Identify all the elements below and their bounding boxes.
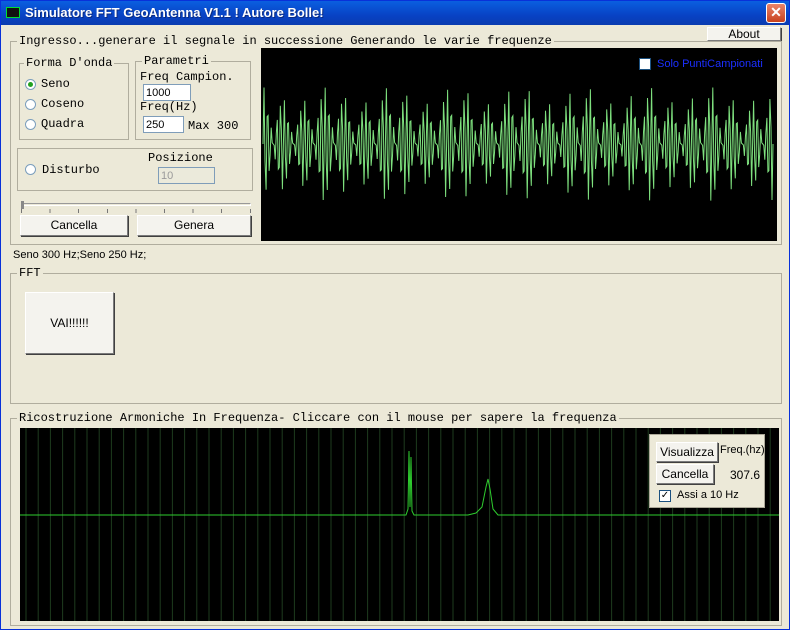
only-samples-label[interactable]: Solo PuntiCampionati: [657, 58, 763, 70]
params-group: Parametri Freq Campion. Freq(Hz) Max 300: [135, 54, 251, 140]
app-icon: [6, 7, 20, 18]
radio-quadra-label[interactable]: Quadra: [41, 117, 84, 131]
sample-freq-label: Freq Campion.: [140, 70, 234, 84]
slider-ticks: [21, 209, 251, 213]
spectrum-controls-panel: Visualizza Freq.(hz) Cancella 307.6 ✓ As…: [649, 434, 765, 508]
signal-plot[interactable]: Solo PuntiCampionati: [261, 48, 777, 241]
freq-input[interactable]: [143, 116, 184, 133]
generate-button[interactable]: Genera: [137, 215, 251, 236]
input-group: Ingresso...generare il segnale in succes…: [10, 34, 782, 245]
slider-thumb[interactable]: [21, 201, 24, 209]
only-samples-checkbox[interactable]: [639, 58, 651, 70]
app-window: Simulatore FFT GeoAntenna V1.1 ! Autore …: [0, 0, 790, 630]
about-button[interactable]: About: [707, 27, 781, 41]
harmonics-group: Ricostruzione Armoniche In Frequenza- Cl…: [10, 411, 782, 626]
waveform-group-title: Forma D'onda: [24, 56, 115, 70]
max-freq-label: Max 300: [188, 119, 239, 133]
params-group-title: Parametri: [142, 54, 211, 68]
position-label: Posizione: [148, 151, 213, 165]
radio-coseno[interactable]: [25, 99, 36, 110]
run-fft-button[interactable]: VAI!!!!!!: [25, 292, 114, 354]
signal-waveform: [262, 87, 774, 201]
cancel-signal-button[interactable]: Cancella: [20, 215, 128, 236]
position-input: [158, 167, 215, 184]
cancel-spectrum-button[interactable]: Cancella: [656, 464, 714, 484]
freq-header-label: Freq.(hz): [720, 444, 765, 456]
fft-group: FFT VAI!!!!!!: [10, 266, 782, 404]
slider-track: [21, 203, 251, 206]
radio-seno-label[interactable]: Seno: [41, 77, 70, 91]
sample-freq-input[interactable]: [143, 84, 191, 101]
input-group-title: Ingresso...generare il segnale in succes…: [17, 34, 554, 48]
waveform-group: Forma D'onda Seno Coseno Quadra: [19, 56, 129, 140]
radio-disturbo[interactable]: [25, 164, 36, 175]
signal-line: [262, 87, 774, 201]
fft-group-title: FFT: [17, 266, 43, 280]
freq-value-text: 307.6: [730, 468, 761, 482]
spectrum-plot[interactable]: Visualizza Freq.(hz) Cancella 307.6 ✓ As…: [20, 428, 779, 621]
title-bar[interactable]: Simulatore FFT GeoAntenna V1.1 ! Autore …: [1, 1, 789, 25]
harmonics-group-title: Ricostruzione Armoniche In Frequenza- Cl…: [17, 411, 619, 425]
axes-10hz-label[interactable]: Assi a 10 Hz: [677, 489, 739, 501]
radio-disturbo-label[interactable]: Disturbo: [42, 163, 100, 177]
radio-coseno-label[interactable]: Coseno: [41, 97, 84, 111]
axes-10hz-checkbox[interactable]: ✓: [659, 490, 671, 502]
radio-quadra[interactable]: [25, 119, 36, 130]
noise-group: Disturbo Posizione: [17, 148, 253, 191]
window-title: Simulatore FFT GeoAntenna V1.1 ! Autore …: [25, 5, 324, 20]
signal-status-text: Seno 300 Hz;Seno 250 Hz;: [13, 249, 147, 261]
radio-seno[interactable]: [25, 79, 36, 90]
freq-label: Freq(Hz): [140, 100, 198, 114]
show-frequency-button[interactable]: Visualizza: [656, 442, 718, 462]
close-button[interactable]: ✕: [766, 3, 786, 23]
